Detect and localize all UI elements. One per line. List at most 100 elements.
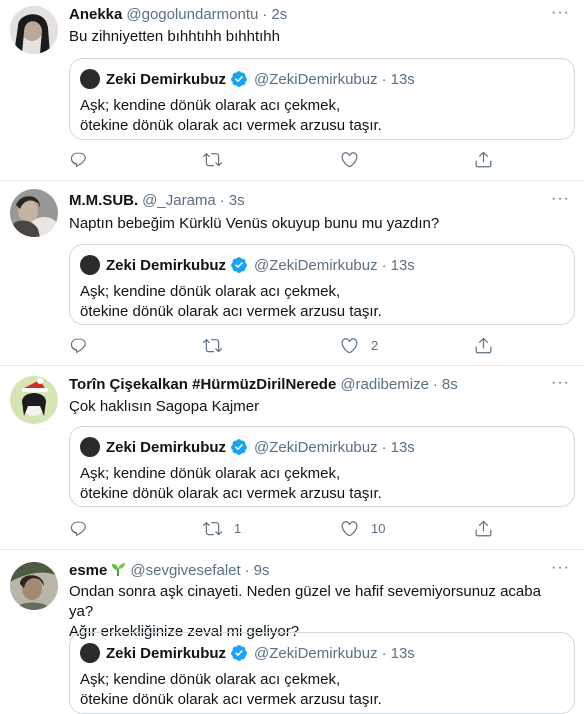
timestamp[interactable]: 9s bbox=[254, 562, 270, 579]
retweet-icon bbox=[203, 339, 222, 353]
quoted-text-line: ötekine dönük olarak acı vermek arzusu t… bbox=[80, 691, 382, 708]
timestamp[interactable]: 8s bbox=[442, 376, 458, 393]
tweet-text-line: Naptın bebeğim Kürklü Venüs okuyup bunu … bbox=[69, 215, 440, 232]
share-button[interactable] bbox=[474, 519, 493, 538]
separator-dot: · bbox=[262, 6, 268, 23]
tweet-text-line: Bu zihniyetten bıhhtıhh bıhhtıhh bbox=[69, 28, 280, 45]
quoted-text-line: Aşk; kendine dönük olarak acı çekmek, bbox=[80, 283, 341, 300]
quoted-text-line: ötekine dönük olarak acı vermek arzusu t… bbox=[80, 117, 382, 134]
quoted-tweet-text: Aşk; kendine dönük olarak acı çekmek, öt… bbox=[80, 670, 560, 710]
retweet-count: 1 bbox=[234, 521, 242, 536]
quoted-tweet[interactable]: Zeki Demirkubuz @ZekiDemirkubuz · 13s Aşk;… bbox=[69, 58, 575, 140]
quoted-text-line: Aşk; kendine dönük olarak acı çekmek, bbox=[80, 465, 341, 482]
timestamp[interactable]: 2s bbox=[271, 6, 287, 23]
quoted-tweet-header: Zeki Demirkubuz @ZekiDemirkubuz · 13s bbox=[80, 69, 415, 89]
tweet-header: Anekka @gogolundarmontu · 2s bbox=[69, 6, 287, 23]
quoted-author-handle: @ZekiDemirkubuz bbox=[254, 644, 378, 662]
author-name[interactable]: esme bbox=[69, 562, 107, 579]
quoted-author-handle: @ZekiDemirkubuz bbox=[254, 256, 378, 274]
share-icon bbox=[475, 337, 492, 354]
avatar[interactable] bbox=[10, 189, 58, 237]
quoted-tweet-text: Aşk; kendine dönük olarak acı çekmek, öt… bbox=[80, 96, 560, 136]
tweet-4[interactable]: esme @sevgivesefalet · 9s ··· Ondan sonra a… bbox=[0, 550, 584, 714]
quoted-timestamp: 13s bbox=[390, 644, 415, 662]
share-icon bbox=[475, 520, 492, 537]
like-button[interactable]: 2 bbox=[340, 336, 378, 355]
tweet-3[interactable]: Torîn Çişekalkan #HürmüzDirilNerede @radi… bbox=[0, 366, 584, 550]
tweet-text: Naptın bebeğim Kürklü Venüs okuyup bunu … bbox=[69, 214, 569, 234]
quoted-tweet[interactable]: Zeki Demirkubuz @ZekiDemirkubuz · 13s Aşk;… bbox=[69, 426, 575, 507]
more-options-icon[interactable]: ··· bbox=[551, 374, 570, 392]
quoted-avatar bbox=[80, 69, 100, 89]
tweet-header: esme @sevgivesefalet · 9s bbox=[69, 561, 270, 581]
verified-badge-icon bbox=[231, 71, 247, 87]
author-handle[interactable]: @gogolundarmontu bbox=[126, 6, 258, 23]
separator-dot: · bbox=[381, 644, 387, 662]
retweet-button[interactable] bbox=[203, 336, 234, 355]
more-options-icon[interactable]: ··· bbox=[551, 4, 570, 22]
like-count: 10 bbox=[371, 521, 386, 536]
retweet-icon bbox=[203, 522, 222, 536]
tweet-2[interactable]: M.M.SUB. @_Jarama · 3s ··· Naptın bebeğim K… bbox=[0, 181, 584, 366]
tweet-text-line: Çok haklısın Sagopa Kajmer bbox=[69, 398, 260, 415]
separator-dot: · bbox=[244, 561, 250, 579]
heart-icon bbox=[341, 338, 358, 354]
sprout-emoji-icon bbox=[110, 561, 126, 581]
reply-icon bbox=[70, 152, 86, 168]
timestamp[interactable]: 3s bbox=[229, 192, 245, 209]
quoted-avatar bbox=[80, 643, 100, 663]
quoted-tweet-header: Zeki Demirkubuz @ZekiDemirkubuz · 13s bbox=[80, 643, 415, 663]
quoted-tweet[interactable]: Zeki Demirkubuz @ZekiDemirkubuz · 13s Aşk;… bbox=[69, 632, 575, 714]
reply-button[interactable] bbox=[69, 150, 88, 169]
quoted-author-handle: @ZekiDemirkubuz bbox=[254, 438, 378, 456]
separator-dot: · bbox=[381, 70, 387, 88]
retweet-icon bbox=[203, 153, 222, 167]
quoted-tweet-header: Zeki Demirkubuz @ZekiDemirkubuz · 13s bbox=[80, 255, 415, 275]
separator-dot: · bbox=[381, 438, 387, 456]
like-button[interactable] bbox=[340, 150, 371, 169]
tweet-text: Çok haklısın Sagopa Kajmer bbox=[69, 397, 569, 417]
tweet-1[interactable]: Anekka @gogolundarmontu · 2s ··· Bu zihniye… bbox=[0, 0, 584, 181]
author-handle[interactable]: @sevgivesefalet bbox=[130, 562, 240, 579]
like-count: 2 bbox=[371, 338, 379, 353]
separator-dot: · bbox=[381, 256, 387, 274]
avatar[interactable] bbox=[10, 6, 58, 54]
quoted-author-name: Zeki Demirkubuz bbox=[106, 644, 227, 662]
quoted-tweet[interactable]: Zeki Demirkubuz @ZekiDemirkubuz · 13s Aşk;… bbox=[69, 244, 575, 325]
author-name[interactable]: M.M.SUB. bbox=[69, 192, 138, 209]
separator-dot: · bbox=[432, 376, 438, 393]
quoted-text-line: Aşk; kendine dönük olarak acı çekmek, bbox=[80, 97, 341, 114]
tweet-header: M.M.SUB. @_Jarama · 3s bbox=[69, 192, 245, 209]
separator-dot: · bbox=[219, 192, 225, 209]
heart-icon bbox=[341, 152, 358, 168]
quoted-author-handle: @ZekiDemirkubuz bbox=[254, 70, 378, 88]
author-handle[interactable]: @_Jarama bbox=[142, 192, 216, 209]
quoted-tweet-header: Zeki Demirkubuz @ZekiDemirkubuz · 13s bbox=[80, 437, 415, 457]
tweet-text-line: Ondan sonra aşk cinayeti. Neden güzel ve… bbox=[69, 583, 541, 620]
quoted-text-line: Aşk; kendine dönük olarak acı çekmek, bbox=[80, 671, 341, 688]
quoted-text-line: ötekine dönük olarak acı vermek arzusu t… bbox=[80, 303, 382, 320]
more-options-icon[interactable]: ··· bbox=[551, 190, 570, 208]
share-button[interactable] bbox=[474, 150, 493, 169]
tweet-text: Bu zihniyetten bıhhtıhh bıhhtıhh bbox=[69, 27, 569, 47]
reply-icon bbox=[70, 338, 86, 354]
retweet-button[interactable] bbox=[203, 150, 234, 169]
retweet-button[interactable]: 1 bbox=[203, 519, 241, 538]
author-name[interactable]: Anekka bbox=[69, 6, 122, 23]
reply-button[interactable] bbox=[69, 519, 88, 538]
reply-button[interactable] bbox=[69, 336, 88, 355]
quoted-tweet-text: Aşk; kendine dönük olarak acı çekmek, öt… bbox=[80, 282, 560, 322]
share-button[interactable] bbox=[474, 336, 493, 355]
heart-icon bbox=[341, 521, 358, 537]
tweet-header: Torîn Çişekalkan #HürmüzDirilNerede @radi… bbox=[69, 376, 458, 393]
author-handle[interactable]: @radibemize bbox=[340, 376, 429, 393]
verified-badge-icon bbox=[231, 257, 247, 273]
author-name[interactable]: Torîn Çişekalkan #HürmüzDirilNerede bbox=[69, 376, 336, 393]
quoted-author-name: Zeki Demirkubuz bbox=[106, 438, 227, 456]
avatar[interactable] bbox=[10, 562, 58, 610]
avatar[interactable] bbox=[10, 376, 58, 424]
reply-icon bbox=[70, 521, 86, 537]
like-button[interactable]: 10 bbox=[340, 519, 385, 538]
more-options-icon[interactable]: ··· bbox=[551, 559, 570, 577]
quoted-text-line: ötekine dönük olarak acı vermek arzusu t… bbox=[80, 485, 382, 502]
